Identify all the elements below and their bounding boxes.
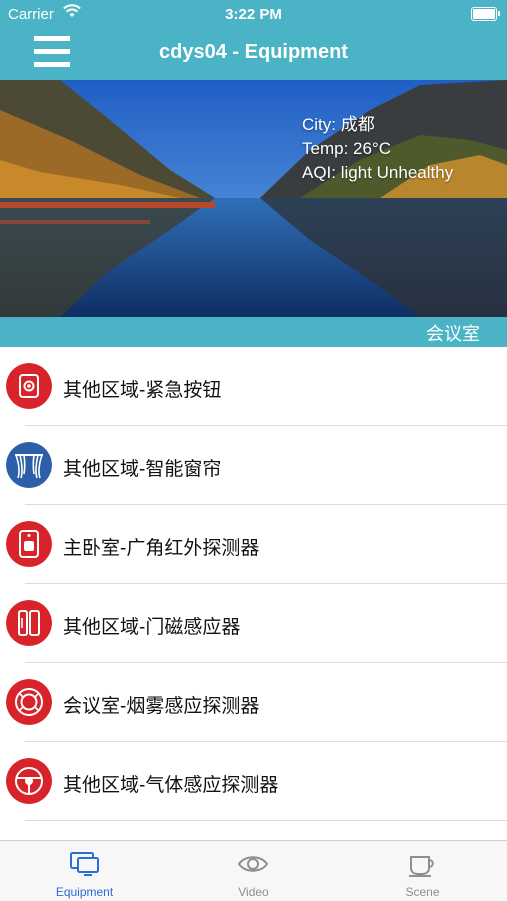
gas-detector-icon bbox=[6, 758, 52, 804]
tab-equipment[interactable]: Equipment bbox=[0, 841, 169, 901]
device-row-smart-curtain[interactable]: 其他区域-智能窗帘 bbox=[0, 426, 507, 505]
device-row-smoke-detector[interactable]: 会议室-烟雾感应探测器 bbox=[0, 663, 507, 742]
battery-icon bbox=[471, 7, 500, 21]
infrared-detector-icon bbox=[6, 521, 52, 567]
eye-icon bbox=[237, 856, 269, 872]
header-bar: Carrier 3:22 PM cdys04 - Equipment bbox=[0, 0, 507, 80]
banner-image: City: 成都 Temp: 26°C AQI: light Unhealthy bbox=[0, 80, 507, 317]
device-label: 主卧室-广角红外探测器 bbox=[63, 538, 260, 559]
device-label: 其他区域-门磁感应器 bbox=[63, 617, 241, 638]
weather-aqi: AQI: light Unhealthy bbox=[302, 163, 454, 182]
tab-video[interactable]: Video bbox=[169, 841, 338, 901]
device-row-infrared-detector[interactable]: 主卧室-广角红外探测器 bbox=[0, 505, 507, 584]
weather-info: City: 成都 Temp: 26°C AQI: light Unhealthy bbox=[302, 113, 453, 185]
status-bar: Carrier 3:22 PM bbox=[0, 0, 507, 28]
room-bar[interactable]: 会议室 bbox=[0, 317, 507, 347]
smoke-detector-icon bbox=[6, 679, 52, 725]
tab-scene[interactable]: Scene bbox=[338, 841, 507, 901]
device-row-gas-detector[interactable]: 其他区域-气体感应探测器 bbox=[0, 742, 507, 821]
room-label: 会议室 bbox=[426, 324, 480, 344]
tab-bar: Equipment Video Scene bbox=[0, 840, 507, 901]
tab-label: Video bbox=[238, 885, 269, 899]
device-label: 其他区域-紧急按钮 bbox=[63, 380, 222, 401]
devices-icon bbox=[70, 852, 99, 876]
cup-icon bbox=[409, 856, 434, 877]
tab-label: Scene bbox=[405, 885, 440, 899]
tab-label: Equipment bbox=[55, 885, 114, 899]
device-list: 其他区域-紧急按钮 其他区域-智能窗帘 主卧室-广角红外探测器 其他区域-门磁感… bbox=[0, 347, 507, 821]
curtain-icon bbox=[6, 442, 52, 488]
device-label: 其他区域-智能窗帘 bbox=[63, 459, 222, 480]
device-label: 其他区域-气体感应探测器 bbox=[63, 775, 279, 796]
device-label: 会议室-烟雾感应探测器 bbox=[63, 696, 260, 717]
row-divider bbox=[25, 820, 507, 821]
emergency-button-icon bbox=[6, 363, 52, 409]
weather-temp: Temp: 26°C bbox=[302, 139, 392, 158]
device-row-door-sensor[interactable]: 其他区域-门磁感应器 bbox=[0, 584, 507, 663]
door-sensor-icon bbox=[6, 600, 52, 646]
device-row-emergency-button[interactable]: 其他区域-紧急按钮 bbox=[0, 347, 507, 426]
status-time: 3:22 PM bbox=[225, 6, 282, 23]
page-title: cdys04 - Equipment bbox=[159, 41, 348, 63]
weather-city: City: 成都 bbox=[302, 115, 375, 134]
